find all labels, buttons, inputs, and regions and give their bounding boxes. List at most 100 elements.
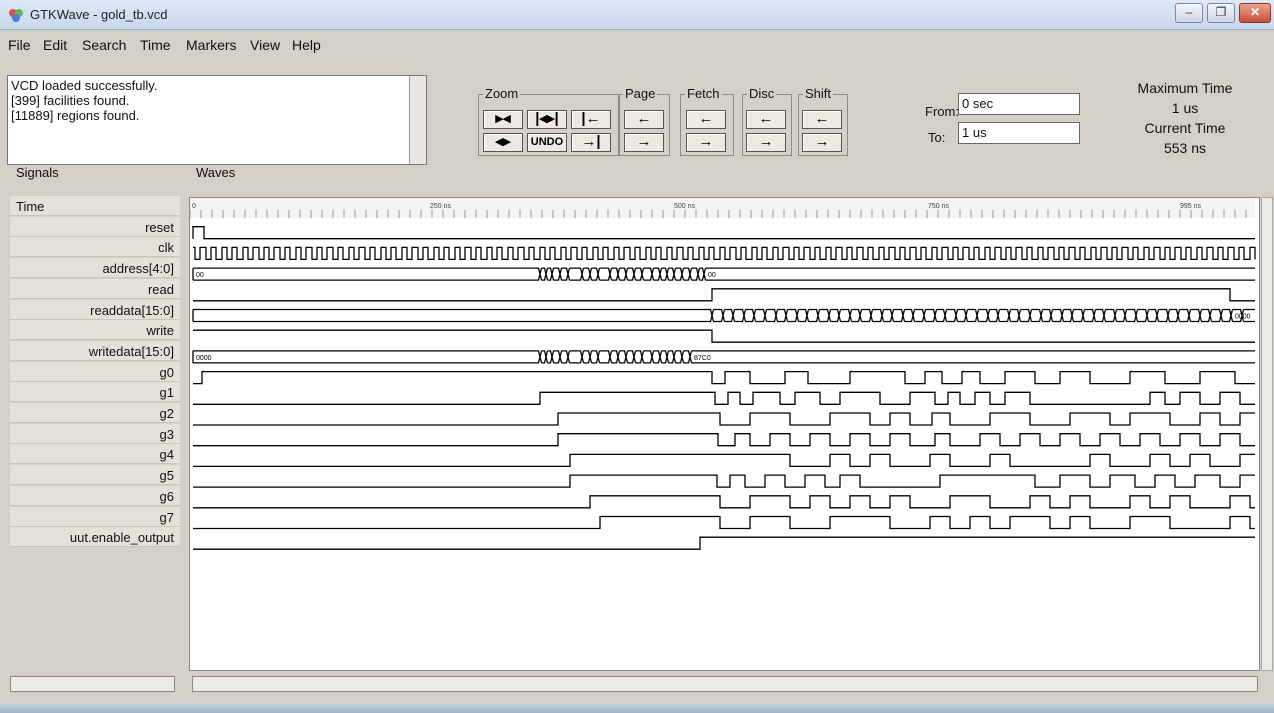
from-field[interactable]: 0 sec — [958, 93, 1080, 115]
disc-right-button[interactable]: → — [746, 133, 786, 152]
menu-markers[interactable]: Markers — [186, 37, 237, 53]
signal-row[interactable] — [10, 444, 180, 465]
window-title: GTKWave - gold_tb.vcd — [30, 7, 168, 22]
title-bar: GTKWave - gold_tb.vcd – ❐ ✕ — [0, 0, 1274, 30]
signal-waveform — [193, 453, 1255, 468]
signal-name: g4 — [159, 447, 174, 463]
signal-row[interactable] — [10, 403, 180, 423]
current-time-value: 553 ns — [1163, 140, 1207, 156]
signal-name: clk — [158, 240, 174, 256]
signal-name: g0 — [159, 364, 174, 380]
signal-waveform — [193, 536, 1255, 550]
ruler-label: 750 ns — [928, 203, 950, 210]
signal-name: g6 — [159, 488, 174, 504]
page-label: Page — [623, 86, 658, 101]
menu-edit[interactable]: Edit — [43, 37, 67, 53]
status-messages: VCD loaded successfully. [399] facilitie… — [7, 75, 427, 165]
disc-left-button[interactable]: ← — [746, 110, 786, 129]
fetch-label: Fetch — [685, 86, 722, 101]
to-field[interactable]: 1 us — [958, 122, 1080, 144]
signal-name: readdata[15:0] — [90, 302, 174, 318]
maximum-time-value: 1 us — [1171, 100, 1199, 116]
menu-time[interactable]: Time — [140, 37, 171, 53]
menu-bar: File Edit Search Time Markers View Help — [0, 31, 1274, 59]
bus-waveform — [192, 350, 1255, 364]
message-line: VCD loaded successfully. — [11, 78, 158, 93]
signal-name: address[4:0] — [102, 261, 174, 277]
zoom-full-button[interactable]: |◂▸| — [527, 110, 567, 129]
signal-waveform — [193, 246, 1256, 261]
signal-name: g1 — [159, 385, 174, 401]
menu-search[interactable]: Search — [82, 37, 126, 53]
menu-help[interactable]: Help — [292, 37, 321, 53]
maximum-time-label: Maximum Time — [1137, 80, 1233, 96]
message-line: [11889] regions found. — [11, 108, 140, 123]
signal-name: uut.enable_output — [69, 530, 174, 546]
signal-waveform — [193, 433, 1255, 447]
signal-row[interactable] — [10, 465, 180, 486]
waveform-canvas[interactable]: 0 250 ns 500 ns 750 ns 995 ns00 0000000000 87C… — [190, 198, 1260, 671]
zoom-label: Zoom — [483, 86, 521, 101]
signal-row[interactable] — [10, 485, 180, 506]
minimize-button[interactable]: – — [1175, 3, 1203, 23]
signal-waveform — [193, 329, 1255, 343]
signals-horizontal-scrollbar[interactable] — [10, 676, 175, 692]
shift-label: Shift — [803, 86, 834, 101]
signal-name: writedata[15:0] — [88, 343, 174, 359]
signal-row[interactable] — [10, 237, 180, 258]
waves-horizontal-scrollbar[interactable] — [192, 676, 1258, 692]
to-label: To: — [928, 130, 946, 145]
fetch-left-button[interactable]: ← — [686, 110, 726, 129]
close-button[interactable]: ✕ — [1239, 3, 1271, 23]
zoom-end-button[interactable]: →| — [571, 133, 611, 152]
signal-name: read — [147, 281, 174, 297]
message-line: [399] facilities found. — [11, 93, 130, 108]
ruler-label: 250 ns — [430, 203, 452, 210]
signal-name: g5 — [159, 468, 174, 484]
time-ruler — [190, 198, 1255, 218]
page-left-button[interactable]: ← — [624, 110, 664, 129]
ruler-label: 500 ns — [674, 203, 696, 210]
zoom-fit-button[interactable]: ▸◂ — [483, 110, 523, 129]
zoom-undo-button[interactable]: UNDO — [527, 133, 567, 152]
maximize-button[interactable]: ❐ — [1207, 3, 1235, 23]
signal-waveform — [193, 370, 1255, 385]
zoom-in-button[interactable]: ◂▸ — [483, 133, 523, 152]
ruler-label: 0 — [192, 203, 196, 210]
signal-name: g7 — [159, 509, 174, 525]
message-scrollbar[interactable] — [409, 76, 426, 164]
waves-panel[interactable]: 0 250 ns 500 ns 750 ns 995 ns 00 00 0000 0000 87C… — [189, 197, 1260, 671]
signal-row[interactable] — [10, 506, 180, 527]
signal-row[interactable] — [10, 361, 180, 382]
waves-vertical-scrollbar[interactable] — [1261, 197, 1273, 671]
shift-right-button[interactable]: → — [802, 133, 842, 152]
bus-waveform — [192, 267, 1255, 281]
shift-left-button[interactable]: ← — [802, 110, 842, 129]
taskbar — [0, 703, 1274, 713]
bus-value: 0000 — [196, 355, 212, 362]
menu-file[interactable]: File — [8, 37, 31, 53]
signal-waveform — [193, 412, 1255, 426]
bus-value: 00 — [196, 272, 204, 279]
signal-waveform — [192, 226, 1255, 240]
bus-waveform — [192, 308, 1255, 323]
signal-name: write — [146, 323, 174, 339]
page-right-button[interactable]: → — [624, 133, 664, 152]
zoom-start-button[interactable]: |← — [571, 110, 611, 129]
signal-row[interactable] — [10, 382, 180, 403]
ruler-label: 995 ns — [1180, 203, 1202, 210]
signal-waveform — [193, 391, 1255, 405]
bus-value: 0000 — [1235, 314, 1251, 321]
signal-name: Time — [16, 199, 45, 214]
gtkwave-icon — [9, 9, 23, 22]
signal-waveform — [193, 515, 1255, 530]
signal-row[interactable] — [10, 423, 180, 444]
current-time-label: Current Time — [1144, 120, 1226, 136]
menu-view[interactable]: View — [250, 37, 280, 53]
signal-name: g3 — [159, 426, 174, 442]
waves-panel-label: Waves — [194, 165, 238, 180]
fetch-right-button[interactable]: → — [686, 133, 726, 152]
bus-value: 00 — [708, 272, 716, 279]
bus-value: 87C0 — [694, 355, 711, 362]
signals-panel-label: Signals — [14, 165, 61, 180]
